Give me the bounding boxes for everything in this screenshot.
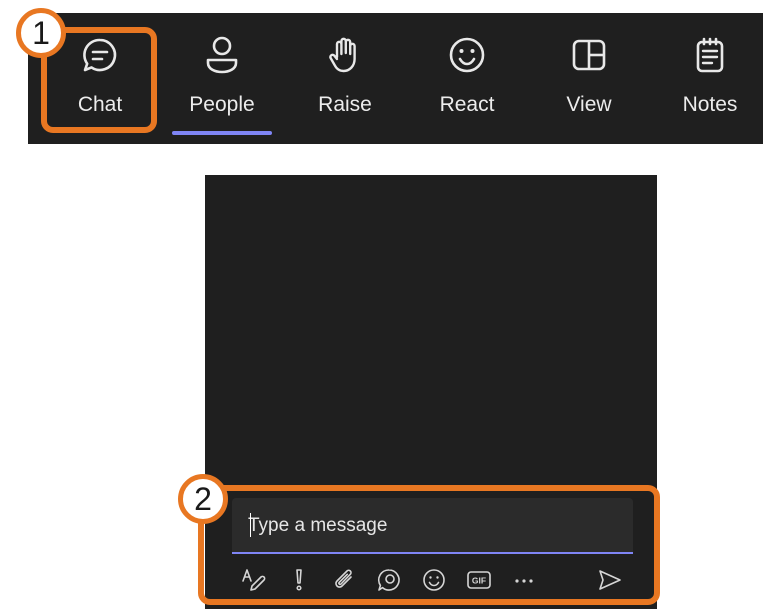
toolbar-raise-button[interactable]: Raise <box>295 0 395 131</box>
notes-icon <box>696 37 724 73</box>
toolbar-raise-label: Raise <box>318 93 372 116</box>
callout-badge-2: 2 <box>178 474 228 524</box>
toolbar-notes-label: Notes <box>682 93 738 116</box>
callout-box-compose <box>198 485 660 605</box>
callout-number-2: 2 <box>194 480 212 517</box>
toolbar-people-label: People <box>189 93 255 116</box>
callout-badge-1: 1 <box>16 8 66 58</box>
toolbar-people-button[interactable]: People <box>172 0 272 131</box>
grid-layout-icon <box>572 39 606 71</box>
toolbar-view-button[interactable]: View <box>539 0 639 131</box>
toolbar-view-label: View <box>566 93 612 116</box>
toolbar-react-label: React <box>439 93 495 116</box>
people-icon <box>206 36 238 74</box>
toolbar-react-button[interactable]: React <box>417 0 517 131</box>
callout-number-1: 1 <box>32 14 50 51</box>
toolbar-notes-button[interactable]: Notes <box>660 0 760 131</box>
raise-hand-icon <box>329 37 356 73</box>
smiley-icon <box>449 37 485 73</box>
active-tab-indicator <box>172 131 272 135</box>
